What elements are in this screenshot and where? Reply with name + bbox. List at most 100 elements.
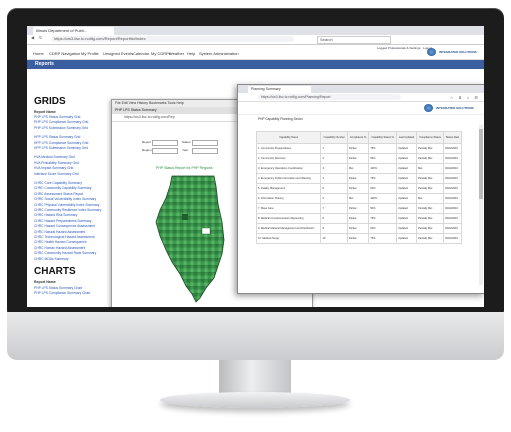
highlighted-county[interactable]	[182, 214, 188, 220]
report-link[interactable]: CHRC Community Hazard Rank Summary	[34, 251, 112, 255]
window-address-bar: https://cis3.iisc.tc.rcdllg.com/Planning…	[238, 93, 484, 102]
nav-calendar[interactable]: Calendar	[133, 51, 149, 56]
report-link[interactable]: CHRC Assessment Status Report	[34, 192, 112, 196]
browser-search-input[interactable]: Search	[317, 36, 391, 44]
nav-my-profile[interactable]: My Profile	[81, 51, 99, 56]
globe-icon	[427, 48, 436, 56]
table-cell: Partially Met	[416, 143, 444, 154]
report-link[interactable]: CHRC Community Resilience Index Summary	[34, 208, 112, 212]
table-cell: 100%	[368, 163, 398, 174]
illinois-county-map[interactable]	[152, 174, 242, 304]
table-cell: Partial	[346, 183, 370, 194]
table-row[interactable]: 1. Community Preparedness 1 Partial 75% Upda…	[255, 143, 463, 154]
table-cell: 75%	[368, 143, 398, 154]
table-cell: 75%	[368, 213, 398, 224]
table-cell: Partially Met	[416, 233, 444, 244]
year-select[interactable]	[192, 148, 218, 154]
table-row[interactable]: 8. Medical Countermeasure Dispensing 8 Par…	[255, 213, 463, 224]
table-cell: 03/22/2016	[442, 193, 463, 204]
table-header-row: Capability Name Capability Number Complian…	[255, 131, 463, 144]
table-cell: Partial	[346, 213, 370, 224]
table-row[interactable]: 5. Fatality Management 5 Partial 50% Updated…	[255, 183, 463, 194]
nav-cdrp-navigation[interactable]: CDRP Navigation	[49, 51, 80, 56]
table-cell: Updated	[396, 153, 418, 164]
table-cell: 6. Information Sharing	[255, 193, 322, 204]
report-link[interactable]: HPP LPS Compliance Summary Grid	[34, 141, 112, 145]
nav-system-administration[interactable]: System Administration	[199, 51, 239, 56]
region-select[interactable]	[152, 148, 178, 154]
column-header[interactable]: Last Updated	[396, 131, 418, 144]
report-link[interactable]: CHRC Hazard Preparedness Summary	[34, 219, 112, 223]
table-cell: 7	[320, 203, 348, 214]
report-link[interactable]: CHRC Health Hazard Consequence	[34, 240, 112, 244]
table-row[interactable]: 9. Medical Materiel Management and Distr…	[255, 223, 463, 234]
table-row[interactable]: 3. Emergency Operations Coordination 3 Met…	[255, 163, 463, 174]
report-link[interactable]: PHP LPS Status Summary Grid	[34, 115, 112, 119]
table-cell: 03/22/2016	[442, 183, 463, 194]
table-cell: 9. Medical Materiel Management and Distr…	[255, 223, 322, 234]
browser-tab[interactable]: Illinois Department of Publi...	[33, 27, 114, 35]
report-link[interactable]: CHRC Social Vulnerability Index Summary	[34, 197, 112, 201]
column-header[interactable]: Capability Name	[255, 131, 322, 144]
report-link[interactable]: CHRC Physical Vulnerability Index Summar…	[34, 203, 112, 207]
nav-help[interactable]: Help	[187, 51, 195, 56]
report-link[interactable]: PHP LPS Compliance Summary Grid	[34, 120, 112, 124]
table-cell: 50%	[368, 153, 398, 164]
highlighted-county[interactable]	[201, 227, 211, 235]
report-link[interactable]: HVA Medical Summary Grid	[34, 155, 112, 159]
nav-home[interactable]: Home	[33, 51, 44, 56]
report-link[interactable]: PHP LPS Submission Summary Grid	[34, 126, 112, 130]
report-link[interactable]: CHRC Hazard Consequence Assessment	[34, 224, 112, 228]
window-url-field[interactable]: https://cis3.iisc.tc.rcdllg.com/Planning…	[258, 94, 401, 100]
nav-my-cdrps[interactable]: My CDRPs	[151, 51, 171, 56]
table-cell: Met	[346, 163, 370, 174]
table-row[interactable]: 7. Mass Care 7 Partial 50% Updated Partially …	[255, 203, 463, 214]
table-cell: 9	[320, 223, 348, 234]
report-link[interactable]: CHRC Core Capability Summary	[34, 181, 112, 185]
monitor-chin	[7, 312, 504, 360]
report-link[interactable]: HVA Impact Summary Grid	[34, 166, 112, 170]
report-link[interactable]: HPP LPS Status Summary Grid	[34, 135, 112, 139]
refresh-icon[interactable]: ↻	[39, 35, 42, 40]
report-link[interactable]: CHRC MOAs Summary	[34, 257, 112, 261]
table-row[interactable]: 4. Emergency Public Information and Warn…	[255, 173, 463, 184]
report-link[interactable]: CHRC Natural Hazard Assessment	[34, 230, 112, 234]
charts-heading: CHARTS	[34, 266, 76, 277]
url-field[interactable]: https://cis3.iisc.tc.rcdllg.com/Report/R…	[51, 36, 294, 42]
report-link[interactable]: CHRC Technological Hazard Assessment	[34, 235, 112, 239]
table-row[interactable]: 2. Community Recovery 2 Partial 50% Updated P…	[255, 153, 463, 164]
report-select[interactable]	[152, 140, 178, 146]
table-cell: 4. Emergency Public Information and Warn…	[255, 173, 322, 184]
window-tab[interactable]: Planning Summary	[248, 86, 311, 93]
vertical-scrollbar[interactable]	[479, 125, 483, 285]
table-cell: 8	[320, 213, 348, 224]
report-link[interactable]: CHRC Hazard Risk Summary	[34, 213, 112, 217]
nav-weather[interactable]: Weather	[169, 51, 184, 56]
column-header[interactable]: Status Date	[442, 131, 463, 144]
table-row[interactable]: 10. Medical Surge 10 Partial 75% Updated Part…	[255, 233, 463, 244]
filter-label: Status	[182, 140, 191, 144]
column-header[interactable]: Capability Status %	[368, 131, 398, 144]
report-link[interactable]: CHRC Community Capability Summary	[34, 186, 112, 190]
table-cell: 50%	[368, 183, 398, 194]
report-link[interactable]: PHP LPS Compliance Summary Chart	[34, 291, 112, 295]
grids-subheading: Report Name	[34, 110, 56, 114]
report-link[interactable]: PHP LPS Status Summary Chart	[34, 286, 112, 290]
nav-account-links[interactable]: Logged Professionals & Settings · Logout	[377, 46, 432, 50]
column-header[interactable]: Compliance %	[346, 131, 370, 144]
report-link[interactable]: Interface Score Summary Grid	[34, 172, 112, 176]
report-link[interactable]: CHRC Human Hazard Assessment	[34, 246, 112, 250]
report-link[interactable]: HVA Probability Summary Grid	[34, 161, 112, 165]
browser-toolbar-icons[interactable]: ☆ ⬇ ⌂ ☰	[450, 94, 480, 102]
table-row[interactable]: 6. Information Sharing 6 Met 100% Updated Met…	[255, 193, 463, 204]
report-link[interactable]: HPP LPS Submission Summary Grid	[34, 146, 112, 150]
nav-unsigned-events[interactable]: Unsigned Events	[103, 51, 133, 56]
table-cell: 75%	[368, 233, 398, 244]
table-cell: 2	[320, 153, 348, 164]
back-icon[interactable]: ◀	[31, 35, 34, 40]
column-header[interactable]: Compliance Status	[416, 131, 444, 144]
column-header[interactable]: Capability Number	[320, 131, 348, 144]
status-select[interactable]	[192, 140, 218, 146]
scrollbar-thumb[interactable]	[479, 129, 483, 199]
table-cell: Updated	[396, 233, 418, 244]
